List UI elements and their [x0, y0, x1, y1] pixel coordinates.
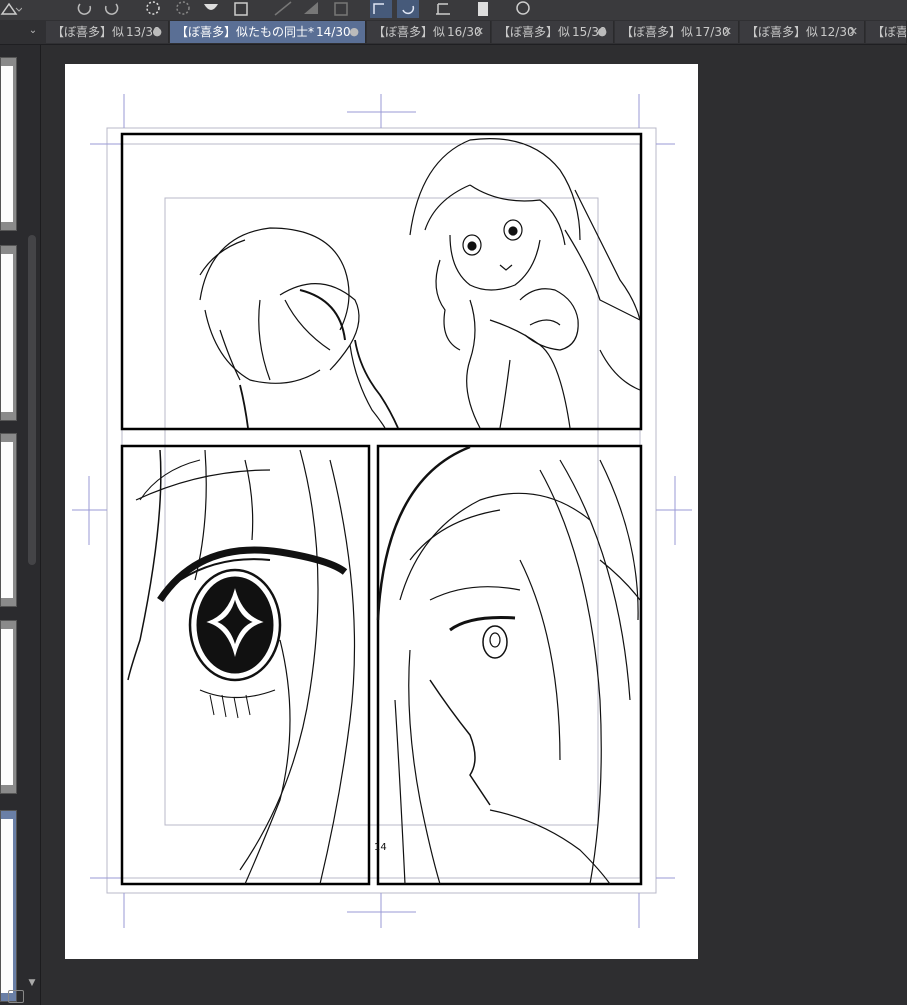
close-tab-icon[interactable]: ✕ [475, 21, 484, 43]
thumbnail-scrollbar[interactable] [28, 235, 36, 565]
document-tab-bar: ⌄ 【ぼ喜多】似 13/30 ● 【ぼ喜多】似たもの同士* 14/30 ● 【ぼ喜多】似 16… [0, 20, 907, 45]
close-tab-icon[interactable]: ✕ [849, 21, 858, 43]
tab-label: 【ぼ喜多】似 [373, 25, 446, 39]
manga-page[interactable] [65, 64, 698, 959]
layer-icon[interactable] [300, 0, 322, 18]
document-tab[interactable]: 【ぼ喜多】似 17/30 ✕ [615, 21, 739, 43]
tab-page-count: 14/30 [316, 25, 351, 39]
tab-label: 【ぼ喜多】似 [52, 25, 125, 39]
fill-icon[interactable] [172, 0, 194, 18]
document-tab[interactable]: 【ぼ喜多】似 12/30 ✕ [740, 21, 865, 43]
scroll-down-arrow-icon[interactable]: ▼ [25, 977, 39, 989]
tab-label: 【ぼ喜多】似 [621, 25, 694, 39]
unsaved-indicator-icon[interactable]: ● [152, 21, 162, 43]
pen-settings-icon[interactable] [512, 0, 534, 18]
document-tab[interactable]: 【ぼ喜多】似たもの同士* 14/30 ● [170, 21, 366, 43]
tab-label: 【ぼ喜多】似 [498, 25, 571, 39]
chevron-down-icon[interactable]: ⌄ [26, 24, 40, 38]
tab-label: 【ぼ喜多】似 [746, 25, 819, 39]
undo-icon[interactable] [74, 0, 96, 18]
page-thumbnail-panel: ▼ [0, 45, 41, 1005]
document-tab[interactable]: 【ぼ喜多】似 15/30 ● [492, 21, 614, 43]
top-toolbar [0, 0, 907, 20]
page-thumbnail[interactable] [0, 433, 17, 607]
page-thumbnail-selected[interactable] [0, 810, 17, 1002]
document-tab[interactable]: 【ぼ喜多】 [866, 21, 907, 43]
page-number: 14 [374, 842, 387, 853]
ruler-icon[interactable] [330, 0, 352, 18]
page-thumbnail[interactable] [0, 245, 17, 421]
page-thumbnail[interactable] [0, 57, 17, 231]
device-icon[interactable] [472, 0, 494, 18]
selection-sparkle-icon[interactable] [142, 0, 164, 18]
unsaved-indicator-icon[interactable]: ● [349, 21, 359, 43]
redo-icon[interactable] [100, 0, 122, 18]
tab-label: 【ぼ喜多】 [872, 25, 907, 39]
unsaved-indicator-icon[interactable]: ● [597, 21, 607, 43]
pen-tool-icon[interactable] [0, 0, 22, 18]
panel-menu-icon[interactable] [8, 990, 24, 1003]
tab-label: 【ぼ喜多】似たもの同士* [176, 25, 315, 39]
document-tab[interactable]: 【ぼ喜多】似 13/30 ● [46, 21, 169, 43]
snap-ruler-icon[interactable] [272, 0, 294, 18]
close-tab-icon[interactable]: ✕ [723, 21, 732, 43]
lasso-select-icon[interactable] [370, 0, 392, 18]
transform-icon[interactable] [230, 0, 252, 18]
rotate-view-icon[interactable] [397, 0, 419, 18]
document-tab[interactable]: 【ぼ喜多】似 16/30 ✕ [367, 21, 491, 43]
page-thumbnail[interactable] [0, 620, 17, 794]
frame-icon[interactable] [432, 0, 454, 18]
hide-selection-icon[interactable] [200, 0, 222, 18]
